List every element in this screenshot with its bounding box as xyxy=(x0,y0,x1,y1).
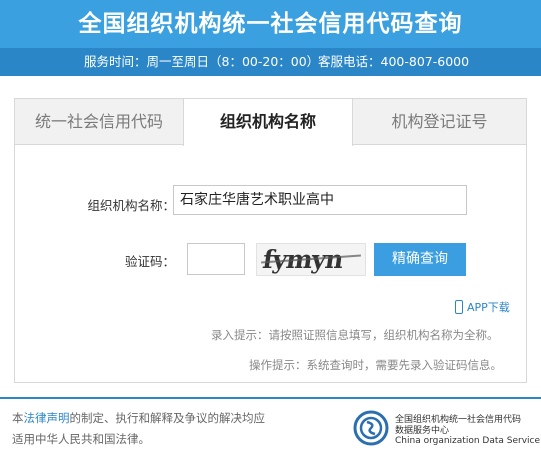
app-download-label: APP下载 xyxy=(467,301,510,314)
legal-notice-line1: 本法律声明的制定、执行和解释及争议的解决均应 xyxy=(12,410,265,426)
captcha-image[interactable]: fymyn xyxy=(256,243,366,276)
query-panel: 统一社会信用代码 组织机构名称 机构登记证号 组织机构名称： 石家庄华唐艺术职业… xyxy=(14,98,527,383)
legal-suffix: 的制定、执行和解释及争议的解决均应 xyxy=(69,411,266,425)
entry-hint: 录入提示：请按照证照信息填写，组织机构名称为全称。 xyxy=(211,328,499,342)
org-name-input[interactable]: 石家庄华唐艺术职业高中 xyxy=(173,185,467,215)
service-hours: 服务时间：周一至周日（8：00-20：00） xyxy=(84,54,320,69)
legal-statement-link[interactable]: 法律声明 xyxy=(24,411,70,425)
service-phone: 客服电话：400-807-6000 xyxy=(318,54,470,69)
captcha-label: 验证码： xyxy=(124,254,175,269)
org-name-label: 组织机构名称： xyxy=(87,198,175,213)
legal-prefix: 本 xyxy=(12,411,24,425)
tab-org-name[interactable]: 组织机构名称 xyxy=(183,99,353,146)
logo-text-line3: China organization Data Service xyxy=(395,436,541,446)
app-download-link[interactable]: APP下载 xyxy=(455,299,510,317)
exact-query-button[interactable]: 精确查询 xyxy=(374,243,466,276)
legal-notice-line2: 适用中华人民共和国法律。 xyxy=(12,432,150,446)
operation-hint: 操作提示：系统查询时，需要先录入验证码信息。 xyxy=(249,358,502,372)
footer-divider xyxy=(0,397,541,399)
logo-icon xyxy=(353,410,389,446)
page-title: 全国组织机构统一社会信用代码查询 xyxy=(78,11,463,37)
tab-bar: 统一社会信用代码 组织机构名称 机构登记证号 xyxy=(15,99,526,146)
service-info-bar: 服务时间：周一至周日（8：00-20：00） 客服电话：400-807-6000 xyxy=(0,48,541,76)
captcha-input[interactable] xyxy=(187,243,245,275)
phone-icon xyxy=(455,300,463,314)
logo-text-line2: 数据服务中心 xyxy=(395,426,450,436)
tab-registration-number[interactable]: 机构登记证号 xyxy=(353,99,526,145)
tab-credit-code[interactable]: 统一社会信用代码 xyxy=(15,99,183,145)
header-bar: 全国组织机构统一社会信用代码查询 xyxy=(0,0,541,48)
